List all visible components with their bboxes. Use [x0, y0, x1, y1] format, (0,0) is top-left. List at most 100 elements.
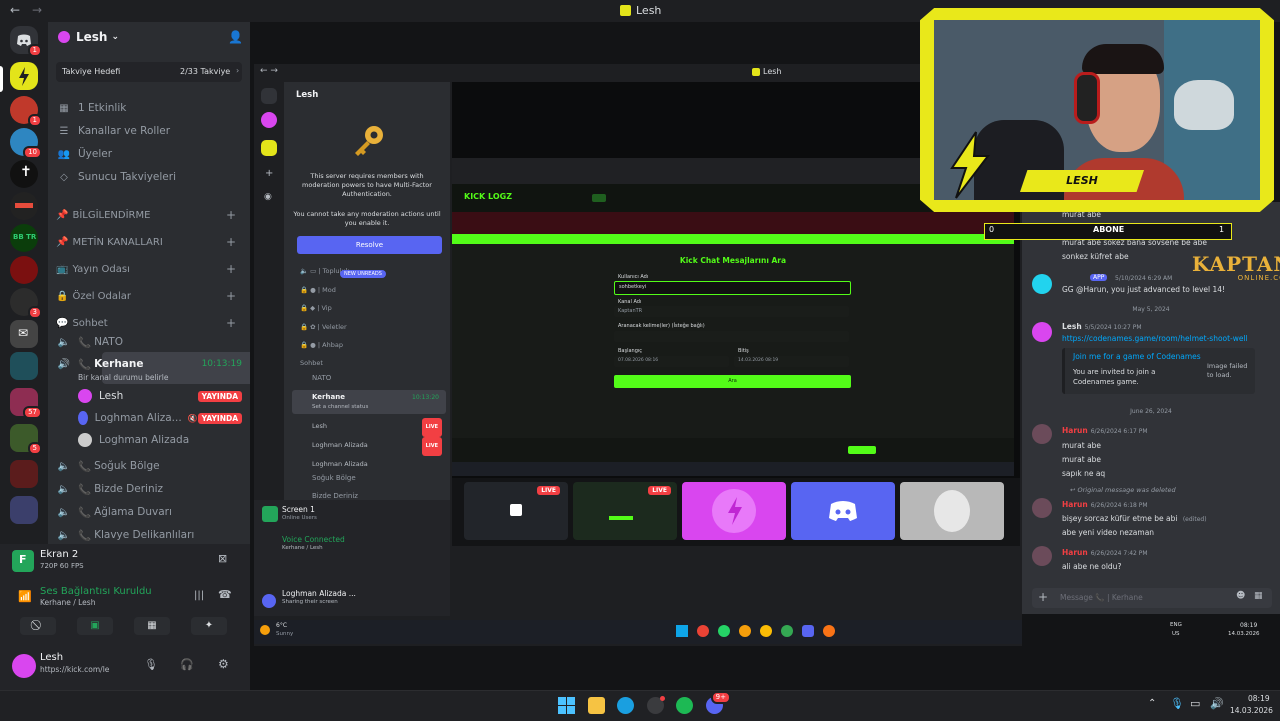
voice-channel-aglama[interactable]: 🔈 📞 Ağlama Duvarı — [56, 502, 242, 522]
apps-icon[interactable]: ▦ — [1254, 591, 1263, 601]
voice-panel: F Ekran 2 720P 60 FPS ⊠ 📶 Ses Bağlantısı… — [0, 544, 250, 690]
voice-channel-bizde[interactable]: 🔈 📞 Bizde Deriniz — [56, 479, 242, 499]
server-icon[interactable]: 1 — [10, 96, 42, 127]
camera-off-button[interactable]: ⃠ — [20, 617, 56, 635]
category-metin-kanallari[interactable]: 📌 METİN KANALLARI + — [56, 232, 242, 252]
server-lesh-icon[interactable] — [10, 62, 38, 90]
voice-channel-klavye[interactable]: 🔈 📞 Klavye Delikanlıları — [56, 525, 242, 545]
category-sohbet[interactable]: 💬 Sohbet + — [56, 313, 242, 333]
explore-icon: ◉ — [264, 192, 272, 202]
window-title: Lesh — [620, 4, 661, 17]
inner-voice-users: Lesh LIVE Loghman Alizada LIVE Loghman Ali… — [312, 418, 442, 473]
phone-icon: 📞 — [78, 358, 92, 371]
windows-start-icon[interactable] — [558, 697, 575, 714]
signal-icon: 📶 — [18, 590, 32, 603]
server-header[interactable]: Lesh ⌄ — [58, 30, 119, 44]
voice-user-lesh[interactable]: Lesh YAYINDA — [78, 386, 242, 406]
menu-events[interactable]: ▦ 1 Etkinlik — [56, 98, 242, 118]
active-server-indicator — [0, 66, 3, 92]
stream-preview-icon — [262, 506, 278, 522]
server-lesh-icon — [261, 140, 277, 156]
voice-user-loghman[interactable]: Loghman Aliza... 🔇 YAYINDA — [78, 408, 242, 428]
phone-icon: 📞 — [78, 506, 92, 519]
tray-microphone-icon[interactable]: 🎙 — [1170, 697, 1184, 710]
server-folder-icon[interactable] — [10, 496, 38, 524]
emoji-icon[interactable]: ☻ — [1236, 591, 1245, 601]
tray-chevron-up-icon[interactable]: ⌃ — [1148, 698, 1156, 709]
boost-goal-bar[interactable]: Takviye Hedefi 2/33 Takviye › — [56, 62, 242, 82]
screen-share-button[interactable]: ▣ — [77, 617, 113, 635]
forward-arrow-icon[interactable]: → — [32, 3, 42, 17]
tray-volume-icon[interactable]: 🔊 — [1210, 697, 1224, 710]
soundboard-button[interactable]: ✦ — [191, 617, 227, 635]
pin-icon: 📌 — [56, 236, 69, 248]
menu-boosts[interactable]: ◇ Sunucu Takviyeleri — [56, 167, 242, 187]
stop-stream-icon[interactable]: ⊠ — [218, 552, 227, 565]
inner-browser-taskbar — [452, 462, 1014, 476]
stream-tile-discord — [791, 482, 895, 540]
category-ozel-odalar[interactable]: 🔒 Özel Odalar + — [56, 286, 242, 306]
category-yayin-odasi[interactable]: 📺 Yayın Odası + — [56, 259, 242, 279]
message-input[interactable]: + Message 📞 | Kerhane ☻ ▦ — [1032, 588, 1272, 608]
headphone-icon[interactable]: 🎧 — [180, 658, 194, 671]
add-channel-icon[interactable]: + — [226, 208, 236, 222]
back-arrow-icon[interactable]: ← — [10, 3, 20, 17]
discord-home-icon[interactable]: 1 — [10, 26, 42, 57]
menu-channels-roles[interactable]: ☰ Kanallar ve Roller — [56, 121, 242, 141]
codenames-embed: Join me for a game of Codenames You are … — [1062, 348, 1255, 394]
disconnect-icon[interactable]: ☎ — [218, 588, 232, 601]
speaker-icon: 🔈 — [57, 336, 71, 348]
obs-icon[interactable] — [647, 696, 665, 714]
server-icon[interactable]: 3 — [10, 288, 42, 319]
tray-network-icon[interactable]: ▭ — [1190, 697, 1200, 710]
activities-button[interactable]: ▦ — [134, 617, 170, 635]
tile-green-bar — [609, 516, 633, 520]
chevron-down-icon: ⌄ — [111, 32, 120, 42]
spotify-icon[interactable] — [676, 697, 693, 714]
bot-avatar — [1032, 274, 1052, 294]
server-folder-icon[interactable] — [10, 352, 38, 380]
discord-taskbar-icon[interactable]: 9+ — [706, 691, 731, 714]
add-channel-icon[interactable]: + — [226, 262, 236, 276]
add-channel-icon[interactable]: + — [226, 316, 236, 330]
avatar — [78, 433, 92, 447]
edge-browser-icon[interactable] — [617, 697, 634, 714]
voice-channel-soguk[interactable]: 🔈 📞 Soğuk Bölge — [56, 456, 242, 476]
microphone-icon[interactable]: 🎙 — [144, 658, 158, 671]
inner-taskbar-apps — [676, 625, 835, 637]
server-icon[interactable]: 10 — [10, 128, 42, 159]
voice-channel-nato[interactable]: 🔈 📞 NATO — [56, 332, 242, 352]
server-bbtr-icon[interactable]: BB TR — [10, 224, 38, 252]
discord-logo-icon — [829, 501, 857, 521]
noise-suppression-icon[interactable]: ||| — [194, 590, 204, 601]
inner-channel-sidebar: Lesh This server requires members with m… — [284, 82, 450, 502]
server-folder-icon[interactable] — [10, 460, 38, 488]
add-member-icon[interactable]: 👤 — [228, 30, 243, 44]
add-channel-icon[interactable]: + — [226, 289, 236, 303]
inner-voice-panel: Screen 1 Online Users Voice Connected Ke… — [254, 500, 450, 616]
voice-channel-kerhane[interactable]: 🔊 📞 Kerhane 10:13:19 — [56, 354, 242, 374]
category-bilgilendirme[interactable]: 📌 BİLGİLENDİRME + — [56, 205, 242, 225]
reply-icon: ↩ — [1070, 486, 1078, 494]
chat-icon: 💬 — [56, 317, 69, 329]
user-avatar[interactable] — [12, 654, 36, 678]
inner-titlebar: ← → Lesh — [254, 64, 1022, 82]
server-folder-icon[interactable]: 5 — [10, 424, 42, 455]
settings-gear-icon[interactable]: ⚙ — [218, 657, 229, 671]
file-explorer-icon[interactable] — [588, 697, 605, 714]
server-mail-icon[interactable]: ✉ — [10, 320, 38, 348]
server-cross-icon[interactable]: ✝ — [10, 160, 38, 188]
server-icon[interactable] — [10, 192, 38, 220]
server-folder-icon[interactable]: 57 — [10, 388, 42, 419]
stream-preview-icon[interactable]: F — [12, 550, 34, 572]
add-attachment-icon[interactable]: + — [1038, 590, 1048, 604]
pin-icon: 📌 — [56, 209, 69, 221]
app-icon — [739, 625, 751, 637]
add-channel-icon[interactable]: + — [226, 235, 236, 249]
menu-members[interactable]: 👥 Üyeler — [56, 144, 242, 164]
phone-icon: 📞 — [78, 460, 92, 473]
harun-message-3: Harun 6/26/2024 7:42 PM ali abe ne oldu? — [1062, 548, 1148, 571]
app-icon — [760, 625, 772, 637]
voice-user-loghman-2[interactable]: Loghman Alizada — [78, 430, 242, 450]
server-icon[interactable] — [10, 256, 38, 284]
